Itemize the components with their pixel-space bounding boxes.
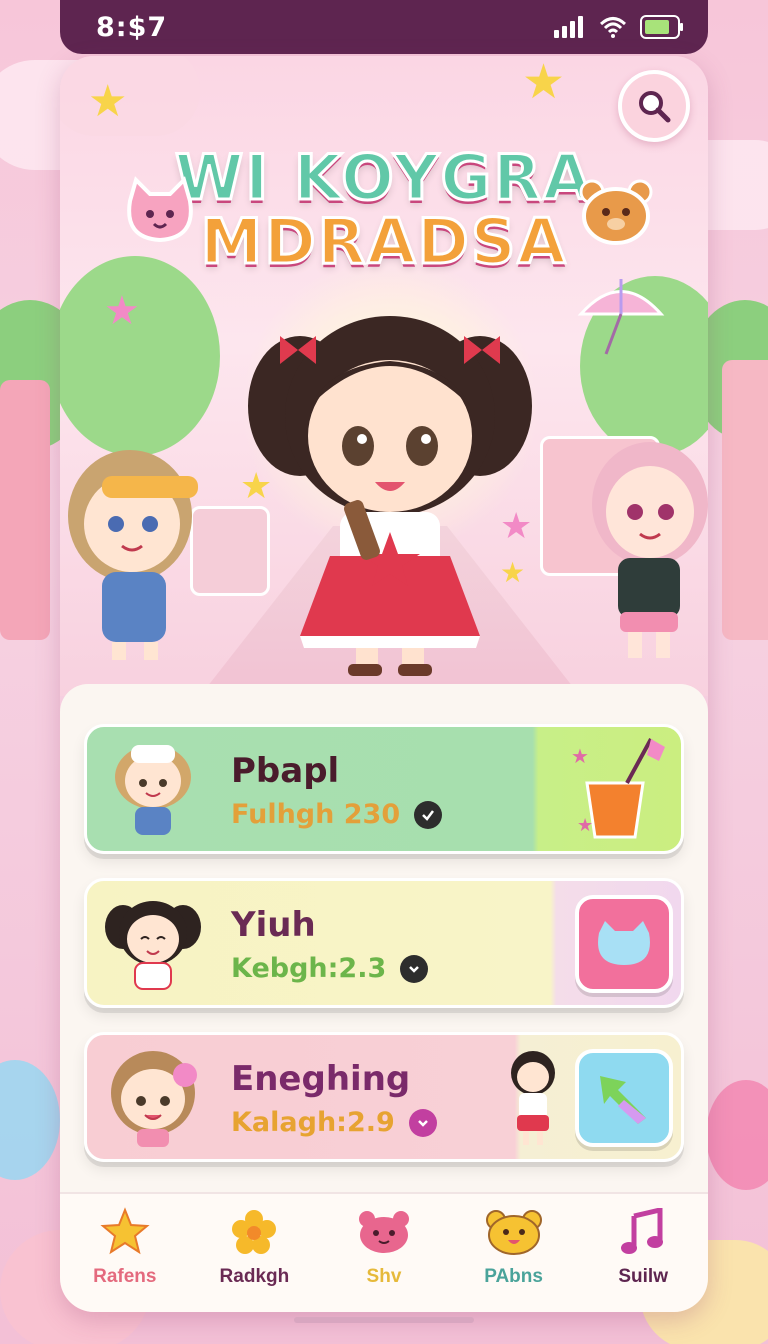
tree xyxy=(60,256,220,456)
quest-subtitle: Kalagh:2.9 xyxy=(231,1107,395,1138)
tab-suilw[interactable]: Suilw xyxy=(583,1204,703,1288)
background-house xyxy=(722,360,768,640)
home-indicator[interactable] xyxy=(294,1317,474,1323)
quest-avatar-brown-hair-girl xyxy=(111,1051,197,1147)
svg-text:★: ★ xyxy=(577,815,593,836)
quest-avatar-dark-hair-girl xyxy=(105,901,201,990)
bear-face-icon xyxy=(485,1204,542,1260)
main-character-girl xyxy=(248,316,532,676)
search-icon xyxy=(639,91,671,123)
quest-subtitle: Fulhgh 230 xyxy=(231,799,401,830)
pink-cat-mascot-icon xyxy=(127,176,193,243)
quest-card-2[interactable]: Yiuh Kebgh:2.3 xyxy=(84,878,684,1008)
blonde-character-girl xyxy=(68,450,198,660)
hero-banner: WI KOYGRA MDRADSA ★ ★ ★ ★ ★ ★ xyxy=(60,56,708,696)
pink-hair-character-girl xyxy=(592,442,708,658)
paint-bucket-flag-icon[interactable]: ★ ★ xyxy=(567,733,667,849)
quest-subtitle-row: Fulhgh 230 xyxy=(231,799,443,830)
status-icons xyxy=(554,15,684,39)
bear-icon xyxy=(356,1204,412,1260)
flower-icon xyxy=(226,1204,282,1260)
status-time: 8:$7 xyxy=(96,11,168,43)
blue-cat-icon xyxy=(598,921,650,965)
quest-card-3[interactable]: Eneghing Kalagh:2.9 xyxy=(84,1032,684,1162)
small-girl-sticker xyxy=(511,1051,555,1145)
quest-title: Yiuh xyxy=(231,905,316,945)
chevron-down-icon xyxy=(400,954,429,983)
star-icon: ★ xyxy=(104,288,140,334)
star-icon: ★ xyxy=(88,76,128,127)
checkmark-icon xyxy=(414,800,443,829)
quest-action-button[interactable] xyxy=(575,895,673,993)
star-icon xyxy=(97,1204,153,1260)
chevron-down-icon xyxy=(408,1108,437,1137)
app-screen: WI KOYGRA MDRADSA ★ ★ ★ ★ ★ ★ Pbapl Fulh… xyxy=(60,56,708,1312)
quest-action-button[interactable] xyxy=(575,1049,673,1147)
signal-icon xyxy=(554,16,583,38)
bottom-tab-bar: Rafens Radkgh Shv PAbns Suilw xyxy=(60,1192,708,1312)
tab-label: Shv xyxy=(366,1266,402,1287)
orange-bear-mascot-icon xyxy=(579,179,653,245)
tab-label: Radkgh xyxy=(219,1266,290,1287)
tab-radkgh[interactable]: Radkgh xyxy=(194,1204,314,1288)
umbrella-icon xyxy=(577,279,665,355)
search-button[interactable] xyxy=(618,70,690,142)
quest-card-1[interactable]: Pbapl Fulhgh 230 ★ ★ xyxy=(84,724,684,854)
cloud xyxy=(60,56,200,136)
background-balloon xyxy=(706,1080,768,1190)
tab-label: PAbns xyxy=(484,1266,543,1287)
tab-pabns[interactable]: PAbns xyxy=(454,1204,574,1288)
background-balloon xyxy=(0,1060,60,1180)
music-note-icon xyxy=(615,1204,671,1260)
quest-subtitle-row: Kebgh:2.3 xyxy=(231,953,429,984)
arrow-pointer-icon xyxy=(600,1076,646,1124)
quest-title: Eneghing xyxy=(231,1059,411,1099)
quest-subtitle: Kebgh:2.3 xyxy=(231,953,387,984)
tab-label: Suilw xyxy=(618,1266,668,1287)
star-icon: ★ xyxy=(522,56,566,110)
tab-label: Rafens xyxy=(93,1266,157,1287)
tab-shv[interactable]: Shv xyxy=(324,1204,444,1288)
svg-text:★: ★ xyxy=(571,744,589,768)
quest-title: Pbapl xyxy=(231,751,340,791)
quest-subtitle-row: Kalagh:2.9 xyxy=(231,1107,437,1138)
background-house xyxy=(0,380,50,640)
quest-avatar-blonde-girl xyxy=(115,745,191,835)
wifi-icon xyxy=(600,17,626,38)
tab-rafens[interactable]: Rafens xyxy=(65,1204,185,1288)
status-bar: 8:$7 xyxy=(60,0,708,54)
battery-icon xyxy=(640,15,683,39)
